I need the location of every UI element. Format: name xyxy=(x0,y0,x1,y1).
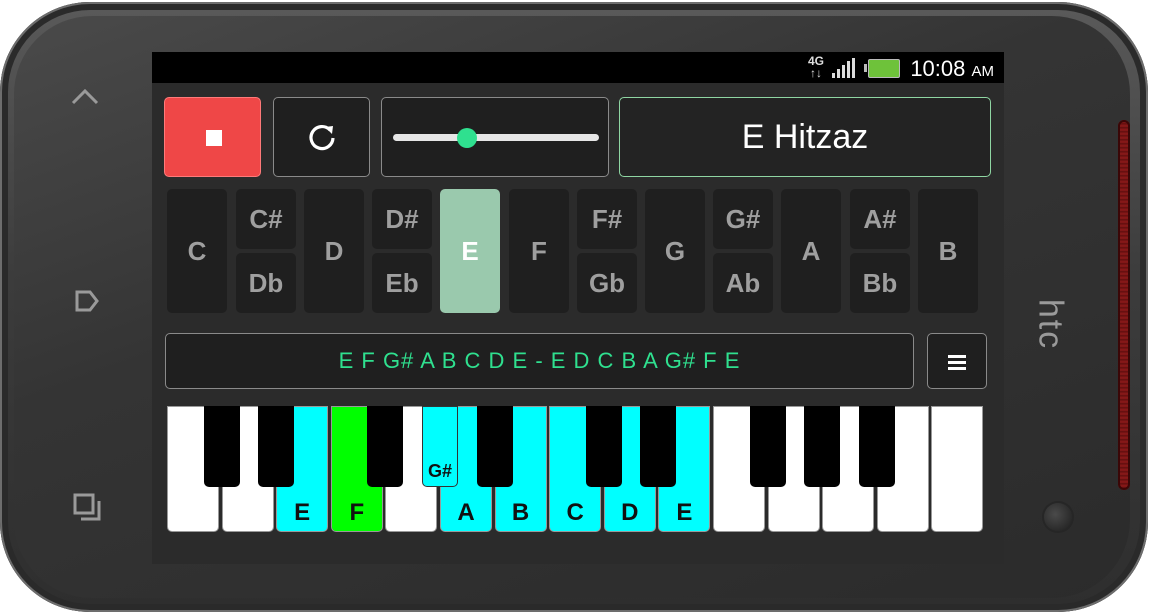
piano-black-key[interactable] xyxy=(804,406,841,487)
piano-key-label: B xyxy=(511,499,530,526)
replay-button[interactable] xyxy=(273,97,370,177)
camera-lens xyxy=(1044,503,1072,531)
piano-key-label: D xyxy=(621,499,639,526)
key-button-d-sharp[interactable]: D# xyxy=(372,189,432,249)
key-button-eb[interactable]: Eb xyxy=(372,253,432,313)
network-icon: 4G ↑↓ xyxy=(808,55,824,79)
key-button-d[interactable]: D xyxy=(304,189,364,313)
slider-thumb[interactable] xyxy=(457,128,478,148)
piano-black-key[interactable] xyxy=(476,406,513,487)
battery-icon xyxy=(864,59,900,78)
piano-black-key[interactable] xyxy=(585,406,622,487)
signal-icon xyxy=(832,58,858,78)
key-button-f-sharp[interactable]: F# xyxy=(577,189,637,249)
key-button-f[interactable]: F xyxy=(509,189,569,313)
piano-key-label: C xyxy=(566,499,584,526)
piano-black-key[interactable] xyxy=(367,406,404,487)
piano-white-key[interactable] xyxy=(931,406,984,532)
slider-track[interactable] xyxy=(393,128,599,148)
piano-black-key[interactable] xyxy=(858,406,895,487)
back-icon[interactable] xyxy=(74,288,100,320)
status-bar: 4G ↑↓ 10:08 AM xyxy=(152,52,1004,83)
piano-black-key[interactable]: G# xyxy=(422,406,458,487)
menu-button[interactable] xyxy=(927,333,987,389)
key-button-e[interactable]: E xyxy=(440,189,500,313)
piano-black-key[interactable] xyxy=(258,406,295,487)
app-screen: 4G ↑↓ 10:08 AM E Hitzaz C C# Db D D# Eb E… xyxy=(152,52,1004,564)
recents-icon[interactable] xyxy=(72,492,102,528)
piano-key-label: E xyxy=(294,499,311,526)
status-clock: 10:08 AM xyxy=(910,56,994,82)
piano-black-key[interactable] xyxy=(640,406,677,487)
key-button-c-sharp[interactable]: C# xyxy=(236,189,296,249)
piano-key-label: F xyxy=(349,499,365,526)
key-button-c[interactable]: C xyxy=(167,189,227,313)
piano-black-key[interactable] xyxy=(203,406,240,487)
scale-name-display[interactable]: E Hitzaz xyxy=(619,97,991,177)
tempo-slider[interactable] xyxy=(381,97,609,177)
key-button-ab[interactable]: Ab xyxy=(713,253,773,313)
key-button-gb[interactable]: Gb xyxy=(577,253,637,313)
clock-time: 10:08 xyxy=(910,56,966,81)
piano-black-key[interactable] xyxy=(749,406,786,487)
replay-icon xyxy=(305,121,339,160)
brand-logo: htc xyxy=(1031,298,1070,351)
key-button-a-sharp[interactable]: A# xyxy=(850,189,910,249)
clock-ampm: AM xyxy=(971,63,995,80)
key-button-db[interactable]: Db xyxy=(236,253,296,313)
chevron-up-icon[interactable] xyxy=(70,82,100,112)
key-button-bb[interactable]: Bb xyxy=(850,253,910,313)
speaker-grille xyxy=(1118,120,1130,490)
key-button-g[interactable]: G xyxy=(645,189,705,313)
key-button-g-sharp[interactable]: G# xyxy=(713,189,773,249)
piano-keyboard: E F A B C D E G# xyxy=(167,406,985,534)
scale-notes-display: E F G# A B C D E - E D C B A G# F E xyxy=(165,333,914,389)
stop-icon xyxy=(206,130,222,146)
data-arrows: ↑↓ xyxy=(809,66,822,80)
key-button-a[interactable]: A xyxy=(781,189,841,313)
stop-button[interactable] xyxy=(164,97,261,177)
key-button-b[interactable]: B xyxy=(918,189,978,313)
hamburger-icon xyxy=(948,355,966,373)
piano-key-label: G# xyxy=(427,461,452,481)
piano-key-label: A xyxy=(457,499,475,526)
piano-key-label: E xyxy=(676,499,693,526)
